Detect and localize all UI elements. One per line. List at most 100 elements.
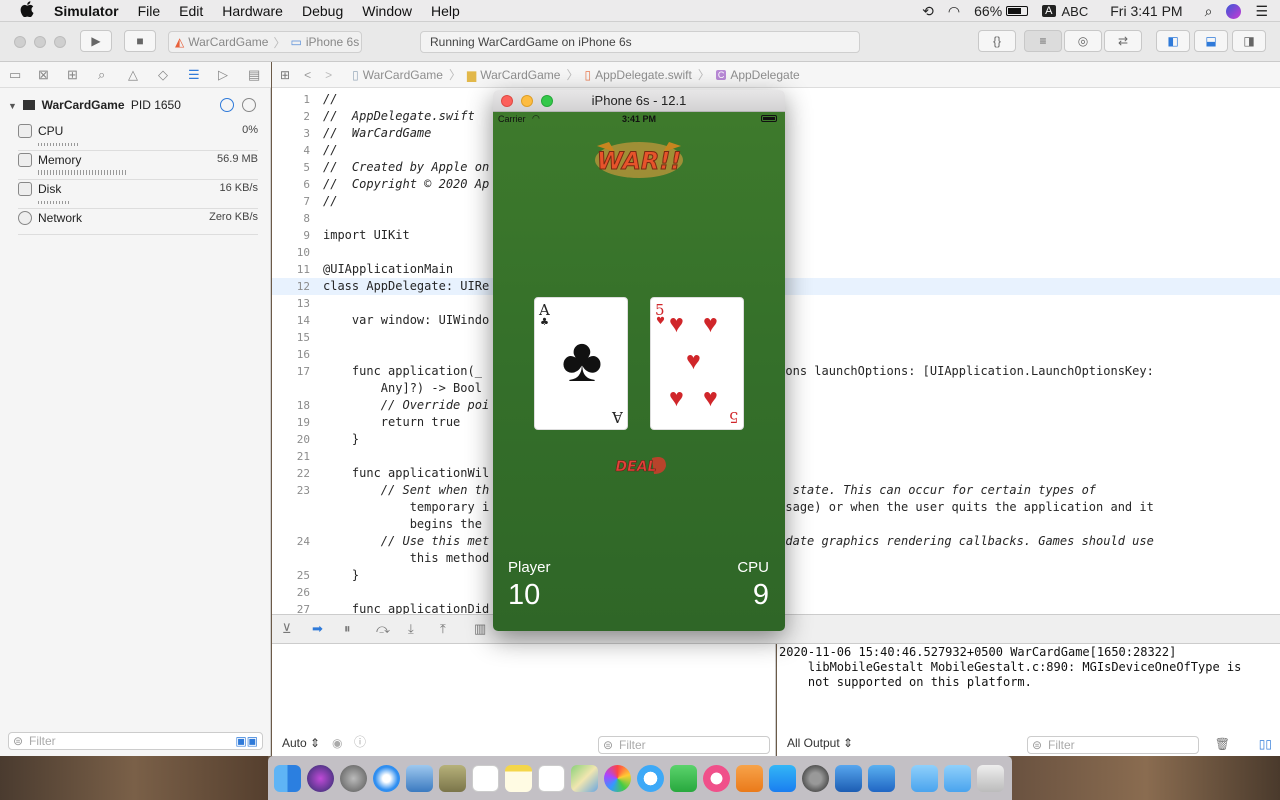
facetime-icon[interactable] xyxy=(670,764,697,792)
gauge-icon[interactable] xyxy=(220,98,234,112)
toggle-navigator-button[interactable]: ◧ xyxy=(1156,30,1190,52)
simulator-title-bar[interactable]: iPhone 6s - 12.1 xyxy=(493,90,785,112)
menu-file[interactable]: File xyxy=(138,3,161,19)
view-hierarchy-icon[interactable]: ▥ xyxy=(474,621,486,637)
network-gauge[interactable]: Network Zero KB/s xyxy=(18,211,258,233)
hide-debug-area-icon[interactable]: ⊻ xyxy=(282,621,292,637)
siri-icon[interactable] xyxy=(1226,3,1242,19)
reminders-icon[interactable] xyxy=(538,764,565,792)
battery-percent[interactable]: 66% xyxy=(974,3,1002,19)
notes-icon[interactable] xyxy=(505,764,532,792)
cpu-gauge[interactable]: CPU 0% xyxy=(18,124,258,146)
symbol-navigator-icon[interactable]: ⊞ xyxy=(67,67,78,83)
threads-icon[interactable] xyxy=(242,98,256,112)
crumb-project[interactable]: WarCardGame xyxy=(363,68,443,82)
minimize-window-button[interactable] xyxy=(521,95,533,107)
stop-button[interactable]: ■ xyxy=(124,30,156,52)
disclosure-triangle-icon[interactable]: ▼ xyxy=(8,101,17,111)
input-source-icon[interactable]: A xyxy=(1042,5,1056,17)
navigator-filter-field[interactable]: ⊜ Filter ▣▣ xyxy=(8,732,263,750)
scheme-selector[interactable]: ◭ WarCardGame 〉 ▭ iPhone 6s xyxy=(168,31,362,53)
source-control-icon[interactable]: ⊠ xyxy=(38,67,49,83)
console-output[interactable]: 2020-11-06 15:40:46.527932+0500 WarCardG… xyxy=(777,644,1280,756)
folder-icon[interactable] xyxy=(911,764,938,792)
info-icon[interactable]: ⓘ xyxy=(354,733,366,750)
library-button[interactable]: {} xyxy=(978,30,1016,52)
disk-gauge[interactable]: Disk 16 KB/s xyxy=(18,182,258,204)
split-view-icon[interactable]: ▯▯ xyxy=(1259,737,1272,751)
trash-icon[interactable] xyxy=(977,764,1004,792)
close-window-button[interactable] xyxy=(501,95,513,107)
system-preferences-icon[interactable] xyxy=(802,764,829,792)
itunes-icon[interactable] xyxy=(703,764,730,792)
zoom-window-button[interactable] xyxy=(541,95,553,107)
finder-icon[interactable] xyxy=(274,764,301,792)
menu-hardware[interactable]: Hardware xyxy=(222,3,283,19)
auto-scope-selector[interactable]: Auto ⇕ xyxy=(282,736,320,750)
spotlight-search-icon[interactable]: ⌕ xyxy=(1205,3,1213,20)
maps-icon[interactable] xyxy=(571,764,598,792)
calendar-icon[interactable] xyxy=(472,764,499,792)
preview-icon[interactable] xyxy=(406,764,433,792)
messages-icon[interactable] xyxy=(637,764,664,792)
console-filter-field[interactable]: ⊜ Filter xyxy=(1027,736,1199,754)
menu-debug[interactable]: Debug xyxy=(302,3,343,19)
run-button[interactable]: ▶ xyxy=(80,30,112,52)
siri-icon[interactable] xyxy=(307,764,334,792)
toggle-inspector-button[interactable]: ◨ xyxy=(1232,30,1266,52)
simulator-icon[interactable] xyxy=(868,764,895,792)
pause-icon[interactable]: ⏸ xyxy=(344,621,351,637)
battery-icon[interactable] xyxy=(1006,6,1029,16)
minimize-window-button[interactable] xyxy=(34,36,46,48)
phone-screen[interactable]: Carrier ◠ 3:41 PM WAR!! A ♣ ♣ A 5 ♥ ♥ ♥ … xyxy=(493,112,785,631)
step-over-icon[interactable]: ⤼ xyxy=(376,621,390,637)
issue-navigator-icon[interactable]: △ xyxy=(128,67,138,83)
safari-icon[interactable] xyxy=(373,764,400,792)
assistant-editor-button[interactable]: ◎ xyxy=(1064,30,1102,52)
version-editor-button[interactable]: ⇄ xyxy=(1104,30,1142,52)
step-in-icon[interactable]: ⤓ xyxy=(408,621,414,637)
crumb-file[interactable]: AppDelegate.swift xyxy=(595,68,692,82)
standard-editor-button[interactable]: ≡ xyxy=(1024,30,1062,52)
filter-options-icon[interactable]: ▣▣ xyxy=(235,733,258,749)
toggle-debug-area-button[interactable]: ⬓ xyxy=(1194,30,1228,52)
memory-gauge[interactable]: Memory 56.9 MB xyxy=(18,153,258,175)
clock[interactable]: Fri 3:41 PM xyxy=(1110,3,1182,19)
step-out-icon[interactable]: ⤒ xyxy=(440,621,446,637)
forward-arrow-icon[interactable]: > xyxy=(325,68,332,82)
menu-app-name[interactable]: Simulator xyxy=(54,3,119,19)
breakpoints-toggle-icon[interactable]: ➡ xyxy=(312,621,323,637)
close-window-button[interactable] xyxy=(14,36,26,48)
apple-menu-icon[interactable] xyxy=(18,1,36,20)
process-header[interactable]: ▼ WarCardGame PID 1650 xyxy=(8,98,181,112)
time-machine-icon[interactable]: ⟲ xyxy=(922,3,934,20)
eye-icon[interactable]: ◉ xyxy=(332,736,342,750)
menu-help[interactable]: Help xyxy=(431,3,460,19)
app-store-icon[interactable] xyxy=(769,764,796,792)
project-navigator-icon[interactable]: ▭ xyxy=(9,67,21,83)
photos-icon[interactable] xyxy=(604,764,631,792)
test-navigator-icon[interactable]: ◇ xyxy=(158,67,168,83)
deal-button[interactable]: DEAL xyxy=(606,452,670,480)
report-navigator-icon[interactable]: ▤ xyxy=(248,67,260,83)
crumb-group[interactable]: WarCardGame xyxy=(480,68,560,82)
variables-filter-field[interactable]: ⊜ Filter xyxy=(598,736,770,754)
xcode-icon[interactable] xyxy=(835,764,862,792)
wifi-icon[interactable]: ◠ xyxy=(948,3,960,20)
notes-app-icon[interactable] xyxy=(439,764,466,792)
notification-center-icon[interactable]: ☰ xyxy=(1255,3,1268,20)
trash-icon[interactable]: 🗑 xyxy=(1215,737,1230,751)
launchpad-icon[interactable] xyxy=(340,764,367,792)
find-navigator-icon[interactable]: ⌕ xyxy=(98,67,105,83)
debug-navigator-icon[interactable]: ☰ xyxy=(188,67,200,83)
folder-icon[interactable] xyxy=(944,764,971,792)
crumb-symbol[interactable]: AppDelegate xyxy=(730,68,799,82)
related-items-icon[interactable]: ⊞ xyxy=(280,68,290,82)
breakpoint-navigator-icon[interactable]: ▷ xyxy=(218,67,228,83)
simulator-window[interactable]: iPhone 6s - 12.1 Carrier ◠ 3:41 PM WAR!!… xyxy=(493,90,785,631)
back-arrow-icon[interactable]: < xyxy=(304,68,311,82)
books-icon[interactable] xyxy=(736,764,763,792)
output-selector[interactable]: All Output ⇕ xyxy=(787,736,853,750)
menu-window[interactable]: Window xyxy=(362,3,412,19)
zoom-window-button[interactable] xyxy=(54,36,66,48)
